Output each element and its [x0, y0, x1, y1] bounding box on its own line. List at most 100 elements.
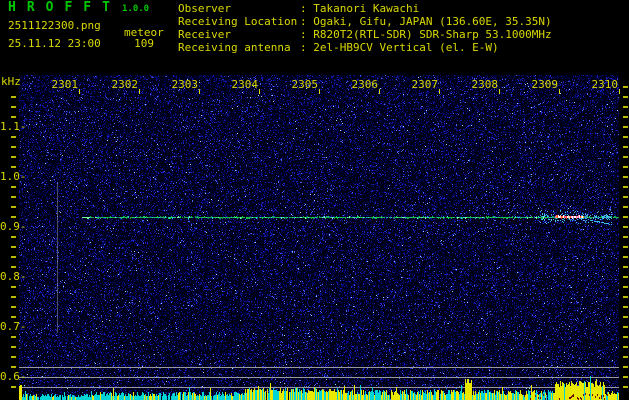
y-axis-right-tick — [623, 276, 628, 278]
y-axis-right-tick — [623, 216, 628, 218]
x-axis-tick-label: 2305 — [291, 78, 319, 91]
y-axis-minor-tick — [11, 116, 16, 118]
x-axis-tick-label: 2302 — [111, 78, 139, 91]
y-axis-right-tick — [623, 96, 628, 98]
y-axis-right-tick — [623, 366, 628, 368]
y-axis-minor-tick — [11, 256, 16, 258]
y-axis-minor-tick — [11, 206, 16, 208]
y-axis-minor-tick — [11, 336, 16, 338]
header-field-value: : 2el-HB9CV Vertical (el. E-W) — [300, 41, 499, 54]
x-axis-tick — [79, 89, 80, 94]
x-axis-tick — [499, 89, 500, 94]
y-axis-minor-tick — [11, 356, 16, 358]
y-axis-right-tick — [623, 356, 628, 358]
x-axis-tick — [379, 89, 380, 94]
y-axis-right-tick — [623, 266, 628, 268]
y-axis-minor-tick — [11, 236, 16, 238]
y-axis-right-tick — [623, 246, 628, 248]
x-axis-tick-label: 2304 — [231, 78, 259, 91]
hrofft-screen: HROFFT 1.0.0 2511122300.png meteor 25.11… — [0, 0, 629, 400]
header-field-row: Observer : Takanori Kawachi — [178, 2, 552, 15]
y-axis-right-tick — [623, 206, 628, 208]
header-field-row: Receiver : R820T2(RTL-SDR) SDR-Sharp 53.1… — [178, 28, 552, 41]
y-axis-minor-tick — [11, 166, 16, 168]
y-axis-right-tick — [623, 196, 628, 198]
y-axis-minor-tick — [11, 316, 16, 318]
output-filename: 2511122300.png — [8, 19, 101, 32]
y-axis-minor-tick — [11, 96, 16, 98]
y-axis-minor-tick — [11, 136, 16, 138]
y-axis-right-tick — [623, 146, 628, 148]
y-axis-right-tick — [623, 346, 628, 348]
y-axis-tick-label: 1.1- — [0, 120, 27, 133]
y-axis-minor-tick — [11, 266, 16, 268]
y-axis-minor-tick — [11, 246, 16, 248]
y-axis-right-tick — [623, 106, 628, 108]
header-field-label: Receiving Location — [178, 15, 298, 28]
x-axis-tick-label: 2309 — [531, 78, 559, 91]
y-axis-unit-label: kHz — [1, 75, 21, 88]
x-axis-tick — [139, 89, 140, 94]
y-axis-right-tick — [623, 296, 628, 298]
y-axis-right-tick — [623, 256, 628, 258]
y-axis-right-tick — [623, 226, 628, 228]
header-field-row: Receiving Location: Ogaki, Gifu, JAPAN (… — [178, 15, 552, 28]
x-axis-tick — [439, 89, 440, 94]
header-fields: Observer : Takanori Kawachi Receiving Loca… — [178, 2, 552, 54]
y-axis-minor-tick — [11, 216, 16, 218]
y-axis-minor-tick — [11, 296, 16, 298]
y-axis-right-tick — [623, 306, 628, 308]
header-field-label: Observer — [178, 2, 231, 15]
x-axis-tick-label: 2306 — [351, 78, 379, 91]
y-axis-minor-tick — [11, 186, 16, 188]
y-axis-tick-label: 0.8- — [0, 270, 27, 283]
y-axis-right-tick — [623, 86, 628, 88]
y-axis-right-tick — [623, 236, 628, 238]
y-axis-tick-label: 0.9- — [0, 220, 27, 233]
y-axis-tick-label: 1.0- — [0, 170, 27, 183]
header-field-row: Receiving antenna : 2el-HB9CV Vertical (e… — [178, 41, 552, 54]
header-field-value: : Ogaki, Gifu, JAPAN (136.60E, 35.35N) — [300, 15, 552, 28]
y-axis-right-tick — [623, 316, 628, 318]
x-axis-tick-label: 2308 — [471, 78, 499, 91]
y-axis-right-tick — [623, 116, 628, 118]
x-axis-tick — [259, 89, 260, 94]
observation-datetime: 25.11.12 23:00 — [8, 37, 101, 50]
y-axis-right-tick — [623, 286, 628, 288]
y-axis-right-tick — [623, 136, 628, 138]
x-axis-tick — [619, 89, 620, 94]
x-axis-tick-label: 2301 — [51, 78, 79, 91]
x-axis-tick-label: 2303 — [171, 78, 199, 91]
header-field-label: Receiver — [178, 28, 231, 41]
x-axis-tick — [559, 89, 560, 94]
y-axis-minor-tick — [11, 386, 16, 388]
y-axis-right-tick — [623, 386, 628, 388]
y-axis-right-tick — [623, 156, 628, 158]
y-axis-minor-tick — [11, 196, 16, 198]
y-axis-minor-tick — [11, 346, 16, 348]
y-axis-right-tick — [623, 126, 628, 128]
x-axis-tick-label: 2307 — [411, 78, 439, 91]
echo-count: 109 — [134, 37, 154, 50]
y-axis-tick-label: 0.7- — [0, 320, 27, 333]
y-axis-tick-label: 0.6- — [0, 370, 27, 383]
header-field-label: Receiving antenna — [178, 41, 291, 54]
app-title: HROFFT — [8, 0, 121, 15]
y-axis-right-tick — [623, 166, 628, 168]
y-axis-right-tick — [623, 326, 628, 328]
y-axis-right-tick — [623, 176, 628, 178]
y-axis-right-tick — [623, 376, 628, 378]
header-field-value: : Takanori Kawachi — [300, 2, 420, 15]
y-axis-minor-tick — [11, 156, 16, 158]
y-axis-minor-tick — [11, 366, 16, 368]
y-axis-minor-tick — [11, 286, 16, 288]
header-field-value: : R820T2(RTL-SDR) SDR-Sharp 53.1000MHz — [300, 28, 552, 41]
app-version: 1.0.0 — [122, 4, 150, 14]
y-axis-right-tick — [623, 336, 628, 338]
y-axis-minor-tick — [11, 306, 16, 308]
y-axis-minor-tick — [11, 106, 16, 108]
x-axis-tick — [199, 89, 200, 94]
x-axis-tick — [319, 89, 320, 94]
y-axis-right-tick — [623, 186, 628, 188]
y-axis-minor-tick — [11, 146, 16, 148]
